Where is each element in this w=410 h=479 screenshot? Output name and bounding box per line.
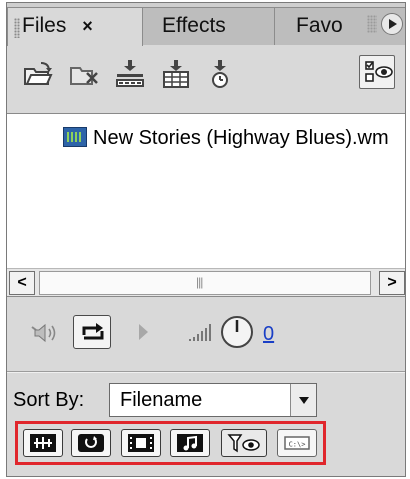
- view-filter-icon[interactable]: [221, 429, 267, 457]
- sort-row: Sort By: Filename: [7, 381, 405, 421]
- list-item[interactable]: New Stories (Highway Blues).wm: [63, 126, 389, 150]
- loop-icon[interactable]: [73, 315, 111, 349]
- volume-value-link[interactable]: 0: [263, 323, 274, 346]
- tab-effects[interactable]: Effects: [137, 7, 275, 45]
- audio-filter-icon[interactable]: [23, 429, 63, 457]
- export-icon[interactable]: [159, 57, 193, 91]
- sort-by-value: Filename: [120, 389, 203, 411]
- filter-buttons-group: C:\>: [15, 421, 326, 465]
- tab-bar: Files × Effects Favo: [7, 3, 405, 46]
- tab-effects-label: Effects: [162, 14, 226, 37]
- preview-controls: 0: [7, 299, 405, 371]
- transition-filter-icon[interactable]: [71, 429, 111, 457]
- open-folder-icon[interactable]: [21, 57, 55, 91]
- level-icon: [187, 321, 217, 343]
- horizontal-scrollbar[interactable]: < >: [7, 268, 405, 296]
- file-name: New Stories (Highway Blues).wm: [93, 127, 389, 149]
- files-panel: Files × Effects Favo New Stories (Highwa…: [6, 2, 406, 477]
- grip-icon[interactable]: [14, 18, 20, 38]
- speaker-icon[interactable]: [29, 321, 59, 345]
- view-options-icon[interactable]: [359, 55, 395, 89]
- sort-by-label: Sort By:: [13, 389, 85, 411]
- music-filter-icon[interactable]: [170, 429, 210, 457]
- video-filter-icon[interactable]: [121, 429, 161, 457]
- svg-text:C:\>: C:\>: [289, 441, 306, 449]
- scroll-left-button[interactable]: <: [9, 271, 35, 295]
- tab-favorites-label: Favo: [296, 14, 343, 37]
- scroll-thumb[interactable]: [39, 271, 371, 295]
- play-icon[interactable]: [139, 324, 148, 340]
- chevron-down-icon[interactable]: [290, 384, 316, 416]
- file-list[interactable]: New Stories (Highway Blues).wm < >: [7, 113, 405, 297]
- close-icon[interactable]: ×: [82, 16, 93, 36]
- import-icon[interactable]: [113, 57, 147, 91]
- sort-by-dropdown[interactable]: Filename: [109, 383, 317, 417]
- divider: [7, 371, 405, 373]
- volume-knob-icon[interactable]: [219, 314, 255, 350]
- path-filter-icon[interactable]: C:\>: [277, 429, 317, 457]
- video-file-icon: [63, 127, 87, 147]
- tab-files-label: Files: [22, 14, 67, 37]
- panel-menu-arrow-icon[interactable]: [381, 13, 403, 35]
- scroll-right-button[interactable]: >: [379, 271, 405, 295]
- timer-icon[interactable]: [203, 57, 237, 91]
- grip-icon[interactable]: [367, 15, 377, 33]
- tab-files[interactable]: Files ×: [7, 7, 143, 46]
- delete-file-icon[interactable]: [67, 57, 101, 91]
- files-toolbar: [7, 45, 405, 113]
